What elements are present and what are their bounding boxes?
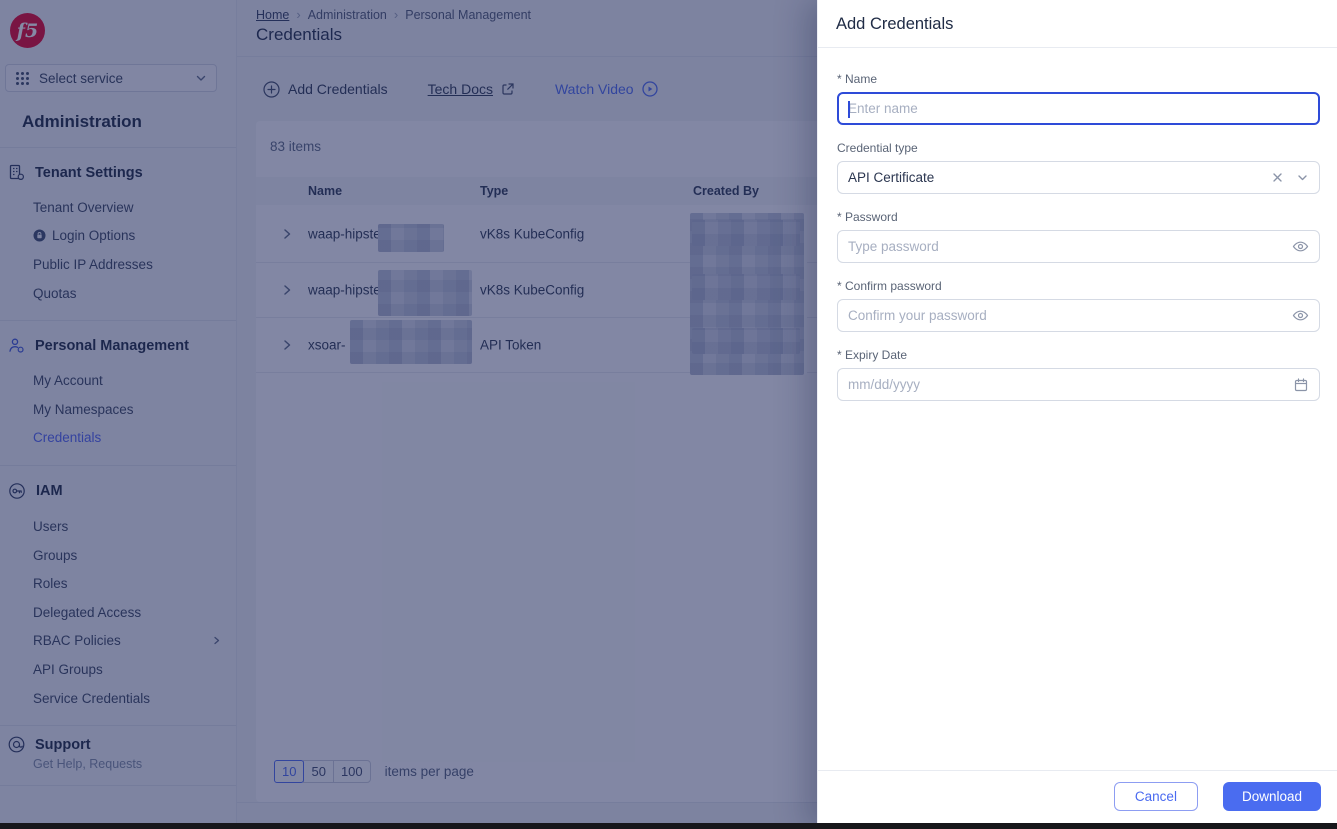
credential-type-value: API Certificate — [848, 170, 935, 185]
password-field-group: * Password — [837, 210, 1320, 263]
drawer-title: Add Credentials — [818, 0, 1337, 48]
clear-icon[interactable] — [1271, 171, 1284, 184]
text-caret — [848, 101, 850, 118]
cancel-button[interactable]: Cancel — [1113, 782, 1198, 811]
download-button[interactable]: Download — [1222, 782, 1321, 811]
eye-icon[interactable] — [1292, 307, 1309, 324]
eye-icon[interactable] — [1292, 238, 1309, 255]
name-input-wrapper — [837, 92, 1320, 125]
credential-type-select[interactable]: API Certificate — [837, 161, 1320, 194]
name-field-label: * Name — [837, 72, 878, 86]
expiry-date-field-group: * Expiry Date — [837, 348, 1320, 401]
drawer-body: * Name Credential type API Certificate — [818, 48, 1337, 770]
credential-type-field-group: Credential type API Certificate — [837, 141, 1320, 194]
drawer-footer: Cancel Download — [818, 770, 1337, 829]
confirm-password-input-wrapper — [837, 299, 1320, 332]
expiry-date-input-wrapper — [837, 368, 1320, 401]
password-input[interactable] — [848, 239, 1292, 254]
expiry-date-field-label: * Expiry Date — [837, 348, 908, 362]
add-credentials-drawer: Add Credentials * Name Credential type A… — [817, 0, 1337, 829]
app-root: f5 Select service Administration Tenant … — [0, 0, 1337, 829]
name-field-group: * Name — [837, 72, 1320, 125]
password-field-label: * Password — [837, 210, 898, 224]
confirm-password-field-label: * Confirm password — [837, 279, 942, 293]
credential-type-label: Credential type — [837, 141, 918, 155]
chevron-down-icon[interactable] — [1296, 171, 1309, 184]
password-input-wrapper — [837, 230, 1320, 263]
expiry-date-input[interactable] — [848, 377, 1293, 392]
confirm-password-input[interactable] — [848, 308, 1292, 323]
calendar-icon[interactable] — [1293, 377, 1309, 393]
name-input[interactable] — [848, 101, 1309, 116]
confirm-password-field-group: * Confirm password — [837, 279, 1320, 332]
bottom-bar — [0, 823, 1337, 829]
